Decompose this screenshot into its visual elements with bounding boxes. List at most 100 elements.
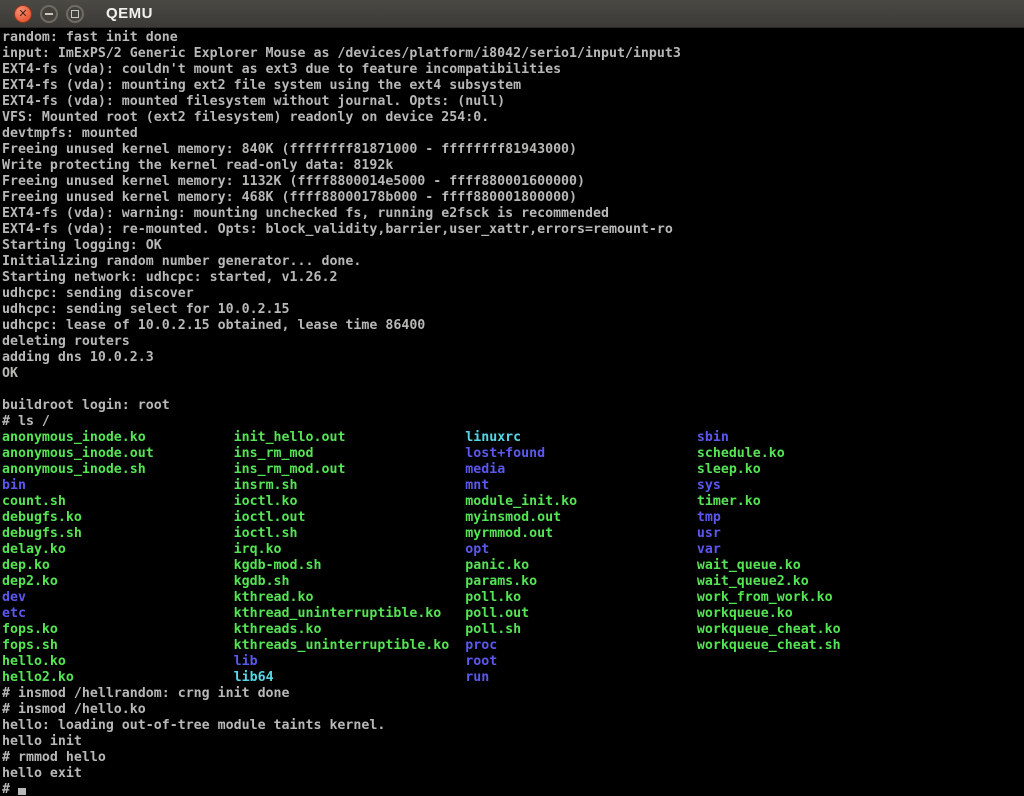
console-text: udhcpc: lease of 10.0.2.15 obtained, lea… xyxy=(2,318,425,333)
ls-entry: insrm.sh xyxy=(234,478,466,493)
console-text: udhcpc: sending discover xyxy=(2,286,194,301)
console-text: hello exit xyxy=(2,766,82,781)
ls-entry: kthreads_uninterruptible.ko xyxy=(234,638,466,653)
terminal-line: anonymous_inode.out ins_rm_mod lost+foun… xyxy=(2,446,1024,462)
terminal-line: Freeing unused kernel memory: 1132K (fff… xyxy=(2,174,1024,190)
terminal-cursor xyxy=(18,788,26,795)
terminal-line: dep2.ko kgdb.sh params.ko wait_queue2.ko xyxy=(2,574,1024,590)
ls-entry: delay.ko xyxy=(2,542,234,557)
close-button[interactable]: ✕ xyxy=(14,5,32,23)
terminal-line: debugfs.ko ioctl.out myinsmod.out tmp xyxy=(2,510,1024,526)
terminal-line: hello2.ko lib64 run xyxy=(2,670,1024,686)
ls-entry: media xyxy=(465,462,697,477)
terminal-line: hello: loading out-of-tree module taints… xyxy=(2,718,1024,734)
console-text: Write protecting the kernel read-only da… xyxy=(2,158,393,173)
ls-entry: workqueue_cheat.sh xyxy=(697,638,841,653)
terminal-line: Freeing unused kernel memory: 840K (ffff… xyxy=(2,142,1024,158)
terminal-line: debugfs.sh ioctl.sh myrmmod.out usr xyxy=(2,526,1024,542)
ls-entry: debugfs.sh xyxy=(2,526,234,541)
maximize-button[interactable] xyxy=(66,5,84,23)
terminal-line: VFS: Mounted root (ext2 filesystem) read… xyxy=(2,110,1024,126)
ls-entry: etc xyxy=(2,606,234,621)
terminal-line: Initializing random number generator... … xyxy=(2,254,1024,270)
ls-entry: wait_queue2.ko xyxy=(697,574,809,589)
console-text: random: fast init done xyxy=(2,30,178,45)
close-icon: ✕ xyxy=(18,8,27,19)
ls-entry: fops.sh xyxy=(2,638,234,653)
ls-entry: irq.ko xyxy=(234,542,466,557)
ls-entry: timer.ko xyxy=(697,494,761,509)
console-text: EXT4-fs (vda): mounted filesystem withou… xyxy=(2,94,505,109)
console-text: # xyxy=(2,782,18,796)
ls-entry: sbin xyxy=(697,430,729,445)
terminal-screen[interactable]: random: fast init doneinput: ImExPS/2 Ge… xyxy=(0,28,1024,796)
console-text: OK xyxy=(2,366,18,381)
ls-entry: workqueue_cheat.ko xyxy=(697,622,841,637)
terminal-line: # xyxy=(2,782,1024,796)
ls-entry: tmp xyxy=(697,510,721,525)
ls-entry: sleep.ko xyxy=(697,462,761,477)
terminal-line: etc kthread_uninterruptible.ko poll.out … xyxy=(2,606,1024,622)
ls-entry: opt xyxy=(465,542,697,557)
console-text: deleting routers xyxy=(2,334,130,349)
ls-entry: params.ko xyxy=(465,574,697,589)
terminal-line: dep.ko kgdb-mod.sh panic.ko wait_queue.k… xyxy=(2,558,1024,574)
console-text: EXT4-fs (vda): warning: mounting uncheck… xyxy=(2,206,609,221)
ls-entry: linuxrc xyxy=(465,430,697,445)
ls-entry: schedule.ko xyxy=(697,446,785,461)
ls-entry: fops.ko xyxy=(2,622,234,637)
terminal-line: udhcpc: lease of 10.0.2.15 obtained, lea… xyxy=(2,318,1024,334)
terminal-line: Freeing unused kernel memory: 468K (ffff… xyxy=(2,190,1024,206)
terminal-line: delay.ko irq.ko opt var xyxy=(2,542,1024,558)
ls-entry: dev xyxy=(2,590,234,605)
console-text: adding dns 10.0.2.3 xyxy=(2,350,154,365)
terminal-line: buildroot login: root xyxy=(2,398,1024,414)
ls-entry: lib64 xyxy=(234,670,466,685)
console-text: # ls / xyxy=(2,414,50,429)
ls-entry: poll.sh xyxy=(465,622,697,637)
terminal-line: # insmod /hellrandom: crng init done xyxy=(2,686,1024,702)
console-text: udhcpc: sending select for 10.0.2.15 xyxy=(2,302,290,317)
terminal-line: adding dns 10.0.2.3 xyxy=(2,350,1024,366)
terminal-line: EXT4-fs (vda): re-mounted. Opts: block_v… xyxy=(2,222,1024,238)
terminal-line: udhcpc: sending select for 10.0.2.15 xyxy=(2,302,1024,318)
console-text: EXT4-fs (vda): re-mounted. Opts: block_v… xyxy=(2,222,673,237)
terminal-line xyxy=(2,382,1024,398)
ls-entry: ins_rm_mod xyxy=(234,446,466,461)
terminal-line: hello.ko lib root xyxy=(2,654,1024,670)
minimize-button[interactable] xyxy=(40,5,58,23)
ls-entry: myinsmod.out xyxy=(465,510,697,525)
minimize-icon xyxy=(45,13,53,15)
console-text: hello: loading out-of-tree module taints… xyxy=(2,718,385,733)
terminal-line: OK xyxy=(2,366,1024,382)
ls-entry: kgdb.sh xyxy=(234,574,466,589)
ls-entry: panic.ko xyxy=(465,558,697,573)
ls-entry: ins_rm_mod.out xyxy=(234,462,466,477)
console-text: devtmpfs: mounted xyxy=(2,126,138,141)
ls-entry: dep.ko xyxy=(2,558,234,573)
ls-entry: sys xyxy=(697,478,721,493)
ls-entry: anonymous_inode.ko xyxy=(2,430,234,445)
terminal-line: anonymous_inode.sh ins_rm_mod.out media … xyxy=(2,462,1024,478)
console-text: EXT4-fs (vda): mounting ext2 file system… xyxy=(2,78,521,93)
terminal-line: # rmmod hello xyxy=(2,750,1024,766)
ls-entry: wait_queue.ko xyxy=(697,558,801,573)
terminal-line: EXT4-fs (vda): couldn't mount as ext3 du… xyxy=(2,62,1024,78)
console-text: input: ImExPS/2 Generic Explorer Mouse a… xyxy=(2,46,681,61)
console-text: # insmod /hello.ko xyxy=(2,702,146,717)
ls-entry: hello2.ko xyxy=(2,670,234,685)
ls-entry: var xyxy=(697,542,721,557)
ls-entry: myrmmod.out xyxy=(465,526,697,541)
console-text: Starting network: udhcpc: started, v1.26… xyxy=(2,270,337,285)
ls-entry: kthread.ko xyxy=(234,590,466,605)
terminal-line: EXT4-fs (vda): warning: mounting uncheck… xyxy=(2,206,1024,222)
window-titlebar[interactable]: ✕ QEMU xyxy=(0,0,1024,28)
console-text: Freeing unused kernel memory: 840K (ffff… xyxy=(2,142,577,157)
console-text: Freeing unused kernel memory: 1132K (fff… xyxy=(2,174,585,189)
terminal-line: devtmpfs: mounted xyxy=(2,126,1024,142)
ls-entry: ioctl.out xyxy=(234,510,466,525)
ls-entry: kgdb-mod.sh xyxy=(234,558,466,573)
console-text: # insmod /hellrandom: crng init done xyxy=(2,686,290,701)
terminal-line: bin insrm.sh mnt sys xyxy=(2,478,1024,494)
ls-entry: lib xyxy=(234,654,466,669)
